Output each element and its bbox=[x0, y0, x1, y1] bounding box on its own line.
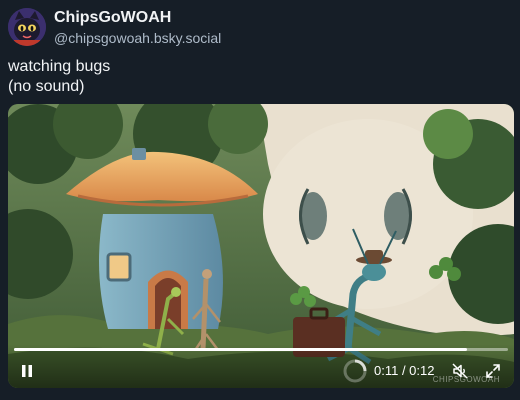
video-controls: 0:11 / 0:12 CHIPSGOWOAH bbox=[8, 344, 514, 388]
author-handle[interactable]: @chipsgowoah.bsky.social bbox=[54, 29, 221, 47]
video-watermark: CHIPSGOWOAH bbox=[432, 375, 500, 384]
loading-spinner-icon bbox=[343, 359, 367, 383]
video-time-display: 0:11 / 0:12 bbox=[374, 363, 435, 378]
post-header: ChipsGoWOAH @chipsgowoah.bsky.social bbox=[8, 8, 512, 48]
post-text: watching bugs (no sound) bbox=[8, 57, 110, 97]
author-display-name[interactable]: ChipsGoWOAH bbox=[54, 8, 221, 28]
author-names: ChipsGoWOAH @chipsgowoah.bsky.social bbox=[54, 8, 221, 47]
video-player[interactable]: 0:11 / 0:12 CHIPSGOWOAH bbox=[8, 104, 514, 388]
post-text-line: (no sound) bbox=[8, 78, 85, 95]
author-avatar[interactable] bbox=[8, 8, 46, 46]
cat-avatar-icon bbox=[8, 8, 46, 46]
video-progress-bar[interactable] bbox=[14, 348, 508, 351]
pause-icon bbox=[22, 365, 32, 377]
post-text-line: watching bugs bbox=[8, 58, 111, 75]
video-progress-fill bbox=[14, 348, 467, 351]
pause-button[interactable] bbox=[16, 360, 38, 382]
